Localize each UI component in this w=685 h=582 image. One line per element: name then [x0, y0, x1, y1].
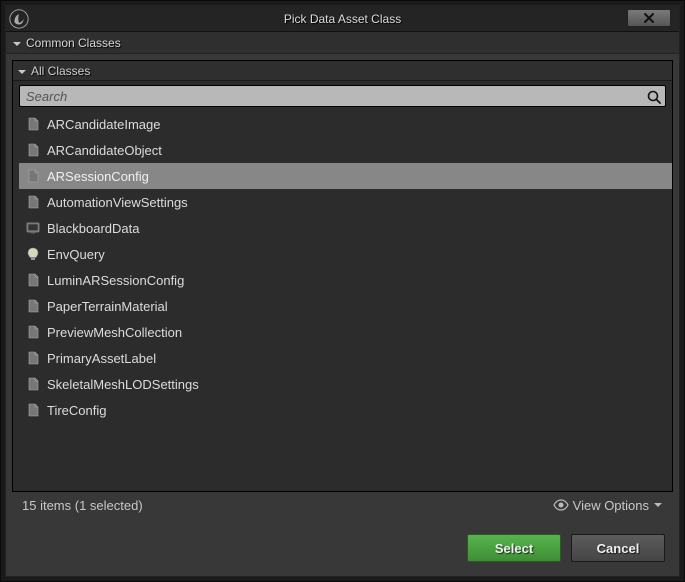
data-icon [25, 116, 41, 132]
class-row[interactable]: ARCandidateImage [19, 111, 672, 137]
view-options-button[interactable]: View Options [553, 498, 663, 513]
class-label: ARCandidateObject [47, 143, 162, 158]
titlebar: Pick Data Asset Class [6, 6, 679, 32]
common-classes-header[interactable]: Common Classes [6, 32, 679, 54]
data-icon [25, 350, 41, 366]
unreal-logo-icon [8, 8, 30, 30]
expander-icon [12, 38, 22, 48]
data-icon [25, 194, 41, 210]
class-row[interactable]: AutomationViewSettings [19, 189, 672, 215]
expander-icon [17, 66, 27, 76]
class-row[interactable]: TireConfig [19, 397, 672, 423]
select-button[interactable]: Select [467, 534, 561, 562]
class-row[interactable]: LuminARSessionConfig [19, 267, 672, 293]
data-icon [25, 168, 41, 184]
window-title: Pick Data Asset Class [6, 12, 679, 26]
all-classes-panel: All Classes ARCandidateImage ARCandidateO… [12, 60, 673, 492]
search-row [13, 81, 672, 111]
cancel-button-label: Cancel [597, 541, 640, 556]
data-icon [25, 272, 41, 288]
data-icon [25, 324, 41, 340]
class-label: LuminARSessionConfig [47, 273, 184, 288]
class-label: ARCandidateImage [47, 117, 160, 132]
class-list[interactable]: ARCandidateImage ARCandidateObject ARSessi… [13, 111, 672, 491]
class-row[interactable]: PrimaryAssetLabel [19, 345, 672, 371]
class-row[interactable]: BlackboardData [19, 215, 672, 241]
eye-icon [553, 499, 569, 511]
class-label: AutomationViewSettings [47, 195, 188, 210]
data-icon [25, 402, 41, 418]
class-row[interactable]: PreviewMeshCollection [19, 319, 672, 345]
data-icon [25, 142, 41, 158]
class-label: EnvQuery [47, 247, 105, 262]
board-icon [25, 220, 41, 236]
class-row[interactable]: SkeletalMeshLODSettings [19, 371, 672, 397]
class-row[interactable]: EnvQuery [19, 241, 672, 267]
class-label: PreviewMeshCollection [47, 325, 182, 340]
chevron-down-icon [653, 500, 663, 510]
close-button[interactable] [627, 9, 671, 27]
status-text: 15 items (1 selected) [22, 498, 143, 513]
button-bar: Select Cancel [6, 524, 679, 576]
class-label: ARSessionConfig [47, 169, 149, 184]
bulb-icon [25, 246, 41, 262]
class-row[interactable]: ARCandidateObject [19, 137, 672, 163]
view-options-label: View Options [573, 498, 649, 513]
all-classes-header[interactable]: All Classes [13, 61, 672, 81]
common-classes-label: Common Classes [26, 36, 121, 50]
status-bar: 15 items (1 selected) View Options [12, 492, 673, 518]
class-row[interactable]: PaperTerrainMaterial [19, 293, 672, 319]
close-icon [643, 12, 655, 24]
data-icon [25, 376, 41, 392]
cancel-button[interactable]: Cancel [571, 534, 665, 562]
search-input[interactable] [19, 85, 666, 107]
class-label: SkeletalMeshLODSettings [47, 377, 199, 392]
class-label: PrimaryAssetLabel [47, 351, 156, 366]
select-button-label: Select [495, 541, 533, 556]
class-label: PaperTerrainMaterial [47, 299, 168, 314]
data-icon [25, 298, 41, 314]
class-label: BlackboardData [47, 221, 140, 236]
class-row[interactable]: ARSessionConfig [19, 163, 672, 189]
window-frame: Pick Data Asset Class Common Classes All… [0, 0, 685, 582]
window-inner: Pick Data Asset Class Common Classes All… [5, 5, 680, 577]
class-label: TireConfig [47, 403, 106, 418]
all-classes-label: All Classes [31, 64, 90, 78]
